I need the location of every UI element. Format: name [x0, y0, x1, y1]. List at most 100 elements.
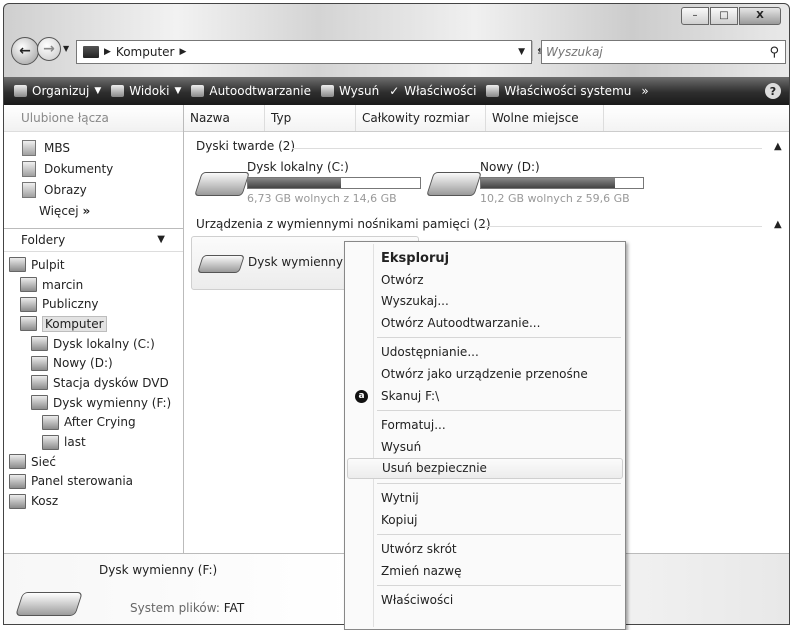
- properties-button[interactable]: ✓ Właściwości: [384, 84, 481, 98]
- maximize-button[interactable]: □: [710, 7, 738, 25]
- menu-item-label: Udostępnianie...: [381, 345, 479, 360]
- organize-button[interactable]: Organizuj ▼: [4, 84, 106, 98]
- folders-header[interactable]: Foldery ▼: [4, 228, 183, 252]
- tree-item-label: Kosz: [31, 494, 59, 509]
- menu-separator: [377, 337, 621, 339]
- tree-item-label: Sieć: [31, 454, 56, 469]
- column-header-free-space[interactable]: Wolne miejsce: [486, 105, 604, 131]
- tree-item[interactable]: Dysk lokalny (C:): [4, 334, 183, 354]
- menu-item-label: Otwórz Autoodtwarzanie...: [381, 315, 541, 330]
- menu-item-label: Wytnij: [381, 491, 419, 505]
- search-box[interactable]: ⚲: [541, 40, 786, 64]
- menu-item[interactable]: Otwórz Autoodtwarzanie...: [347, 313, 621, 334]
- column-header-name[interactable]: Nazwa: [184, 105, 265, 131]
- menu-separator: [377, 585, 621, 587]
- menu-item[interactable]: Zmień nazwę: [347, 561, 621, 582]
- menu-item-label: Skanuj F:\: [381, 388, 440, 403]
- organize-label: Organizuj: [32, 84, 90, 98]
- computer-icon: [83, 46, 99, 58]
- more-commands-icon: »: [641, 84, 649, 98]
- menu-item[interactable]: Udostępnianie...: [347, 342, 621, 363]
- tree-item[interactable]: Sieć: [4, 452, 183, 472]
- column-header-total-size[interactable]: Całkowity rozmiar: [356, 105, 486, 131]
- drive-name: Nowy (D:): [480, 160, 540, 174]
- menu-item[interactable]: Wysuń: [347, 437, 621, 458]
- menu-item[interactable]: Otwórz: [347, 270, 621, 291]
- breadcrumb-komputer[interactable]: Komputer: [116, 45, 175, 59]
- breadcrumb-separator-icon[interactable]: ▶: [179, 47, 186, 57]
- menu-item-label: Formatuj...: [381, 418, 446, 433]
- tree-item[interactable]: Pulpit: [4, 255, 183, 275]
- menu-item[interactable]: Formatuj...: [347, 415, 621, 436]
- menu-item-label: Zmień nazwę: [381, 563, 462, 578]
- window-controls: – □ X: [681, 7, 781, 25]
- breadcrumb-separator-icon[interactable]: ▶: [104, 47, 111, 57]
- avast-icon: a: [355, 389, 368, 403]
- forward-arrow-icon: →: [43, 41, 55, 57]
- favorite-link-dokumenty[interactable]: Dokumenty: [4, 158, 183, 179]
- eject-button[interactable]: Wysuń: [316, 84, 384, 98]
- menu-item-label: Utwórz skrót: [381, 542, 457, 557]
- tree-item[interactable]: Publiczny: [4, 294, 183, 314]
- address-dropdown-icon[interactable]: ▼: [518, 47, 525, 57]
- group-header-hard-drives[interactable]: Dyski twarde (2): [196, 139, 295, 153]
- folder-tree: Pulpit marcin Publiczny Komputer Dysk lokaln…: [4, 252, 183, 511]
- views-button[interactable]: Widoki ▼: [106, 84, 186, 98]
- tree-item[interactable]: last: [4, 432, 183, 452]
- hard-drive-icon: [426, 172, 482, 196]
- menu-item[interactable]: Kopiuj: [347, 510, 621, 531]
- tree-item-label: last: [64, 435, 86, 450]
- collapse-group-icon[interactable]: ▲: [774, 141, 782, 152]
- column-header-type[interactable]: Typ: [265, 105, 356, 131]
- search-input[interactable]: [542, 44, 748, 60]
- system-properties-button[interactable]: Właściwości systemu: [481, 84, 636, 98]
- recent-pages-dropdown[interactable]: ▼: [63, 44, 69, 53]
- menu-item[interactable]: Właściwości: [347, 590, 621, 611]
- close-button[interactable]: X: [739, 7, 781, 25]
- capacity-bar-fill: [481, 178, 616, 188]
- removable-drive-icon: [197, 255, 245, 273]
- tree-item[interactable]: Nowy (D:): [4, 353, 183, 373]
- menu-item[interactable]: Wyszukaj...: [347, 291, 621, 312]
- tree-item[interactable]: Kosz: [4, 491, 183, 511]
- drive-name: Dysk wymienny (F: [248, 255, 359, 269]
- help-button[interactable]: ?: [765, 83, 781, 99]
- favorite-link-obrazy[interactable]: Obrazy: [4, 179, 183, 200]
- dvd-drive-icon: [31, 375, 48, 391]
- column-headers: Nazwa Typ Całkowity rozmiar Wolne miejsc…: [184, 105, 789, 132]
- menu-item[interactable]: a Skanuj F:\: [347, 386, 621, 407]
- menu-item[interactable]: Wytnij: [347, 488, 621, 509]
- tree-item[interactable]: Panel sterowania: [4, 472, 183, 492]
- tree-item[interactable]: Komputer: [4, 314, 183, 334]
- search-icon[interactable]: ⚲: [769, 45, 779, 60]
- favorite-link-mbs[interactable]: MBS: [4, 137, 183, 158]
- menu-separator: [377, 410, 621, 412]
- capacity-bar: [247, 177, 421, 189]
- back-arrow-icon: ←: [19, 43, 31, 59]
- back-button[interactable]: ←: [11, 37, 39, 65]
- tree-item[interactable]: Dysk wymienny (F:): [4, 393, 183, 413]
- hard-drive-icon: [194, 172, 250, 196]
- address-bar[interactable]: ▶ Komputer ▶ ▼: [76, 40, 532, 64]
- favorite-label: Dokumenty: [44, 161, 114, 176]
- more-favorites-link[interactable]: Więcej »: [4, 200, 183, 222]
- group-header-removable[interactable]: Urządzenia z wymiennymi nośnikami pamięc…: [196, 217, 491, 231]
- chevron-down-icon[interactable]: ▼: [157, 229, 165, 251]
- tree-item-label: Stacja dysków DVD: [53, 375, 169, 390]
- tree-item[interactable]: After Crying: [4, 413, 183, 433]
- autoplay-label: Autoodtwarzanie: [209, 84, 311, 98]
- minimize-button[interactable]: –: [681, 7, 709, 25]
- menu-item[interactable]: Eksploruj: [347, 248, 621, 269]
- menu-item[interactable]: Otwórz jako urządzenie przenośne: [347, 364, 621, 385]
- drive-name: Dysk lokalny (C:): [247, 160, 349, 174]
- menu-item[interactable]: Utwórz skrót: [347, 539, 621, 560]
- collapse-group-icon[interactable]: ▲: [774, 219, 782, 230]
- forward-button[interactable]: →: [37, 37, 61, 61]
- menu-item[interactable]: Usuń bezpiecznie: [347, 458, 623, 480]
- autoplay-button[interactable]: Autoodtwarzanie: [186, 84, 316, 98]
- chevron-down-icon: ▼: [174, 86, 182, 96]
- tree-item[interactable]: marcin: [4, 275, 183, 295]
- tree-item[interactable]: Stacja dysków DVD: [4, 373, 183, 393]
- more-commands-button[interactable]: »: [636, 84, 653, 98]
- navigation-bar: ← → ▼ ▶ Komputer ▶ ▼ ⇆ ⚲: [4, 32, 789, 66]
